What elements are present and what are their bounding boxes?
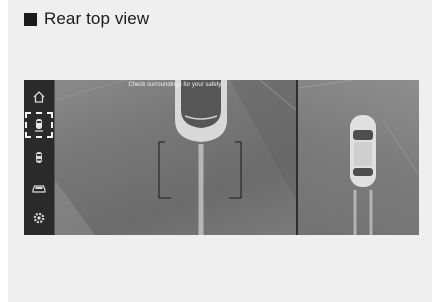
section-heading: Rear top view <box>24 9 149 29</box>
car-view-button[interactable] <box>27 147 51 169</box>
top-view-camera <box>298 80 419 235</box>
rear-top-view-icon <box>35 119 43 132</box>
square-bullet-icon <box>24 12 37 26</box>
car-side-icon <box>32 185 46 193</box>
gear-icon <box>33 212 45 224</box>
camera-screen: Check surroundings for your safety. <box>24 80 419 235</box>
settings-button[interactable] <box>27 207 51 229</box>
car-side-button[interactable] <box>27 177 51 199</box>
rear-camera-view: Check surroundings for your safety. <box>55 80 296 235</box>
camera-sidebar <box>24 80 55 235</box>
section-title: Rear top view <box>44 9 150 28</box>
rear-camera-scene <box>55 80 296 235</box>
safety-notice: Check surroundings for your safety. <box>128 82 223 88</box>
home-button[interactable] <box>27 86 51 108</box>
home-icon <box>33 91 45 103</box>
rear-top-view-button[interactable] <box>25 112 53 138</box>
top-view-scene <box>298 80 419 235</box>
car-top-view-icon <box>36 152 42 163</box>
